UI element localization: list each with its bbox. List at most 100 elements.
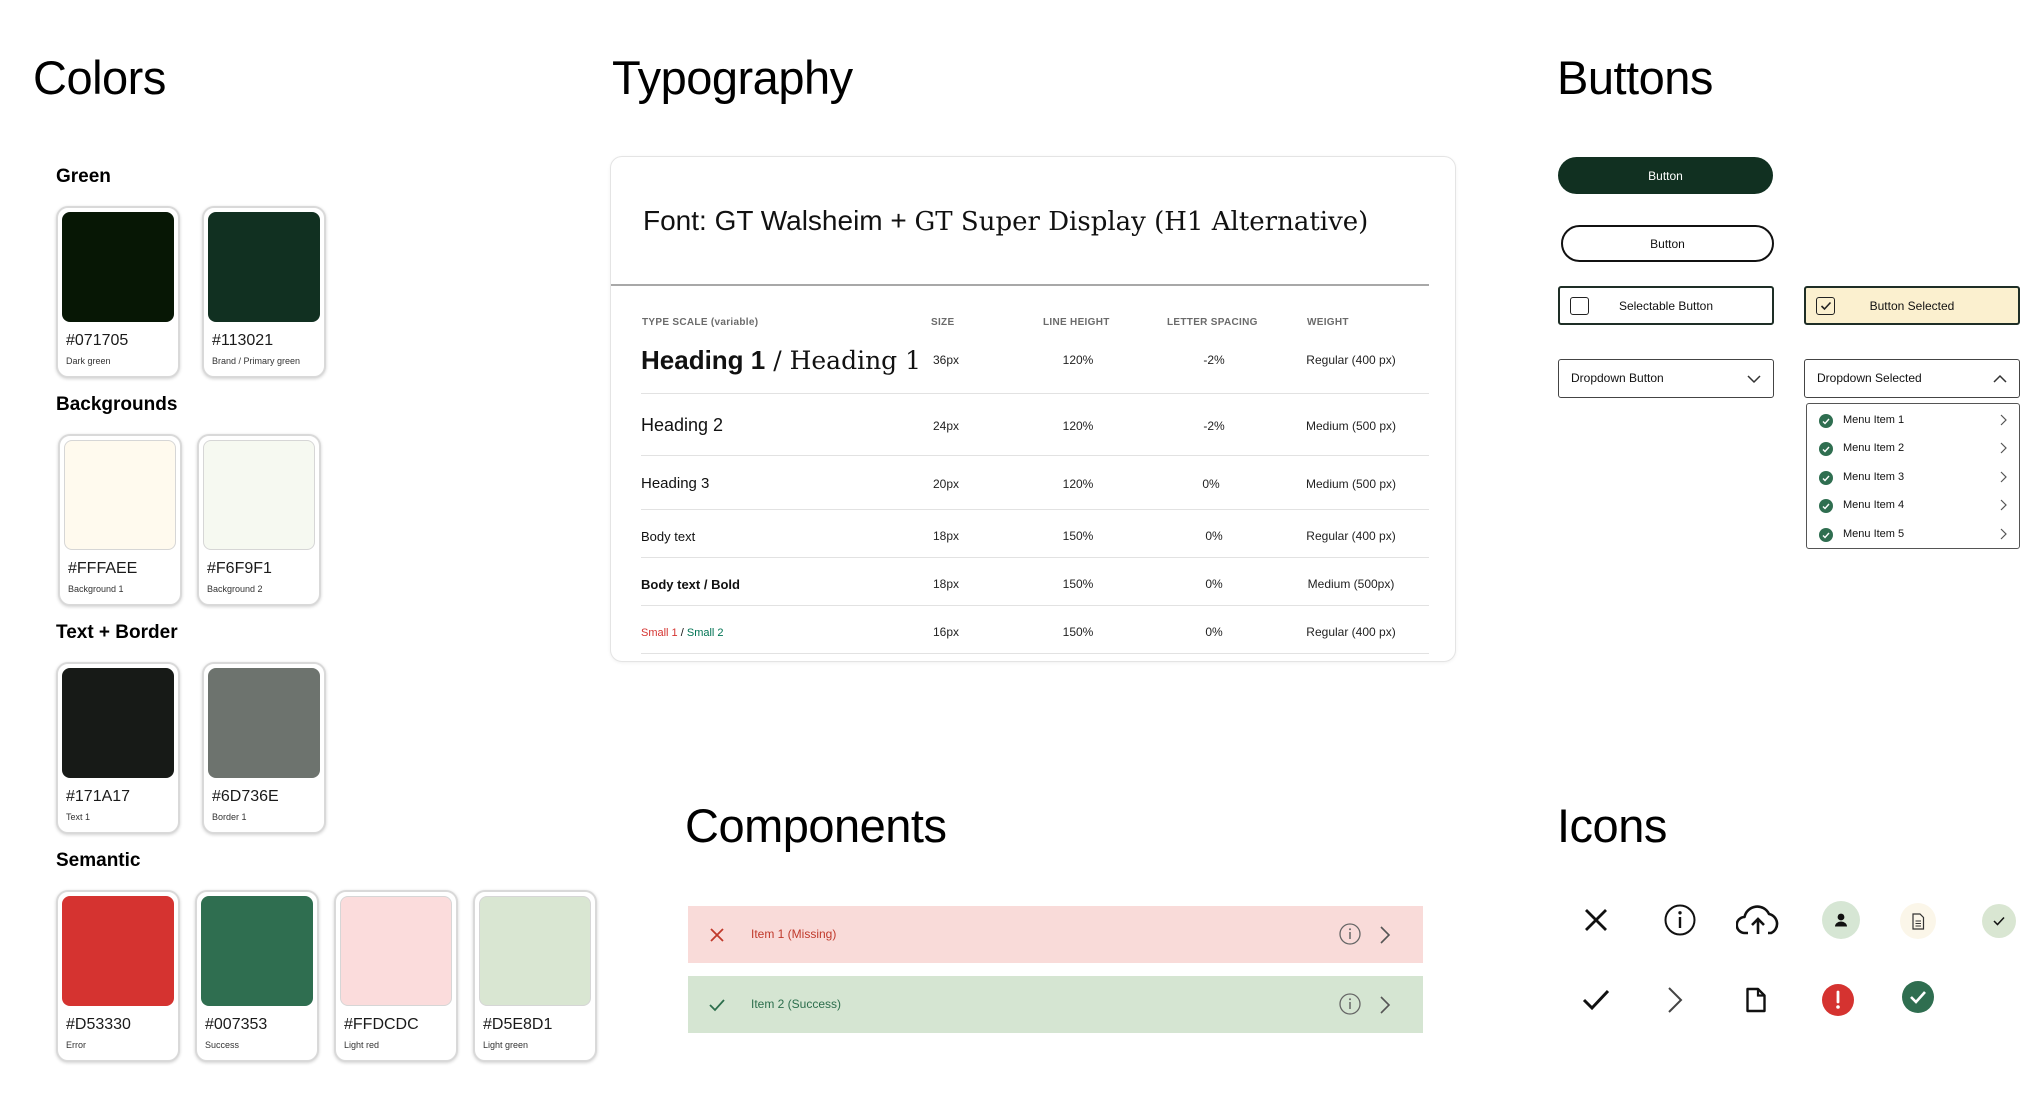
list-item-label: Item 1 (Missing) [751, 927, 837, 941]
menu-item[interactable]: Menu Item 3 [1807, 464, 2019, 492]
column-header-letter-spacing: LETTER SPACING [1167, 317, 1258, 328]
type-weight: Regular (400 px) [1306, 529, 1396, 543]
swatch-card: #171A17 Text 1 [56, 662, 180, 834]
swatch-color [64, 440, 176, 550]
dropdown-menu: Menu Item 1 Menu Item 2 Menu Item 3 Menu… [1806, 403, 2020, 549]
font-sans-label: Font: GT Walsheim + [643, 205, 915, 236]
swatch-hex: #D53330 [66, 1016, 131, 1033]
menu-item-label: Menu Item 2 [1843, 442, 1905, 454]
type-row-name: Body text / Bold [641, 577, 740, 592]
swatch-name: Background 2 [207, 584, 263, 594]
swatch-color [479, 896, 591, 1006]
type-row-name: Heading 2 [641, 415, 724, 435]
chevron-right-icon[interactable] [1378, 994, 1392, 1016]
column-header-size: SIZE [931, 317, 955, 328]
type-letter-spacing: 0% [1205, 625, 1223, 639]
chevron-down-icon [1747, 375, 1761, 384]
swatch-card: #113021 Brand / Primary green [202, 206, 326, 378]
chevron-right-icon [2000, 414, 2007, 426]
list-item-missing[interactable]: Item 1 (Missing) [688, 906, 1423, 963]
close-icon [710, 928, 724, 942]
chevron-right-icon [2000, 471, 2007, 483]
list-item-success[interactable]: Item 2 (Success) [688, 976, 1423, 1033]
check-circle-icon [1819, 499, 1833, 513]
swatch-card: #FFDCDC Light red [334, 890, 458, 1062]
section-title-icons: Icons [1557, 799, 1667, 852]
swatch-name: Text 1 [66, 812, 91, 822]
check-circle-icon [1819, 414, 1833, 428]
selectable-button[interactable]: Selectable Button [1558, 286, 1774, 325]
button-selected-label: Button Selected [1869, 299, 1955, 313]
dropdown-selected[interactable]: Dropdown Selected [1804, 359, 2020, 398]
menu-item[interactable]: Menu Item 4 [1807, 492, 2019, 520]
small-separator: / [677, 627, 687, 639]
type-row-name: Heading 3 [641, 475, 710, 492]
type-size: 20px [932, 477, 960, 491]
swatch-card: #D53330 Error [56, 890, 180, 1062]
type-size: 36px [932, 353, 960, 367]
swatch-color [201, 896, 313, 1006]
selectable-button-label: Selectable Button [1618, 299, 1714, 313]
button-selected[interactable]: Button Selected [1804, 286, 2020, 325]
section-title-components: Components [685, 799, 947, 852]
swatch-color [208, 668, 320, 778]
swatch-hex: #F6F9F1 [207, 560, 272, 577]
type-line-height: 150% [1062, 625, 1094, 639]
group-title-backgrounds: Backgrounds [56, 394, 178, 415]
type-line-height: 150% [1062, 577, 1094, 591]
type-letter-spacing: -2% [1203, 419, 1225, 433]
row-divider [641, 605, 1429, 606]
type-row-name: Heading 1 / Heading 1 [641, 345, 921, 376]
swatch-name: Border 1 [212, 812, 247, 822]
swatch-color [62, 668, 174, 778]
small-2-sample: Small 2 [686, 627, 724, 639]
swatch-hex: #171A17 [66, 788, 131, 805]
swatch-name: Dark green [66, 356, 111, 366]
section-title-colors: Colors [33, 51, 166, 104]
type-letter-spacing: 0% [1205, 529, 1223, 543]
type-weight: Medium (500 px) [1305, 419, 1397, 433]
chevron-right-icon [1663, 983, 1687, 1017]
dropdown-button-label: Dropdown Button [1571, 371, 1664, 385]
check-circle-icon [1819, 471, 1833, 485]
heading-1-sans-sample: Heading 1 [641, 345, 766, 375]
close-icon [1580, 904, 1612, 936]
type-size: 18px [932, 529, 960, 543]
swatch-card: #FFFAEE Background 1 [58, 434, 182, 606]
swatch-hex: #6D736E [212, 788, 279, 805]
typography-panel: Font: GT Walsheim + GT Super Display (H1… [610, 156, 1456, 662]
type-line-height: 120% [1062, 353, 1094, 367]
row-divider [641, 455, 1429, 456]
swatch-card: #6D736E Border 1 [202, 662, 326, 834]
chevron-right-icon[interactable] [1378, 924, 1392, 946]
check-badge-icon [1982, 904, 2016, 938]
swatch-hex: #D5E8D1 [483, 1016, 553, 1033]
type-size: 18px [932, 577, 960, 591]
group-title-text-border: Text + Border [56, 622, 178, 643]
row-divider [641, 557, 1429, 558]
menu-item[interactable]: Menu Item 1 [1807, 407, 2019, 435]
type-line-height: 150% [1062, 529, 1094, 543]
group-title-green: Green [56, 166, 111, 187]
swatch-card: #007353 Success [195, 890, 319, 1062]
swatch-name: Error [66, 1040, 86, 1050]
list-item-label: Item 2 (Success) [751, 997, 842, 1011]
menu-item[interactable]: Menu Item 2 [1807, 435, 2019, 463]
swatch-card: #F6F9F1 Background 2 [197, 434, 321, 606]
info-icon[interactable] [1338, 992, 1362, 1016]
type-row-name: Body text [641, 529, 696, 544]
heading-1-separator: / [765, 346, 790, 375]
success-check-icon [1902, 981, 1934, 1013]
section-title-buttons: Buttons [1557, 51, 1713, 104]
chevron-right-icon [2000, 499, 2007, 511]
type-letter-spacing: -2% [1203, 353, 1225, 367]
primary-button[interactable]: Button [1558, 157, 1773, 194]
secondary-button[interactable]: Button [1561, 225, 1774, 262]
dropdown-button[interactable]: Dropdown Button [1558, 359, 1774, 398]
menu-item[interactable]: Menu Item 5 [1807, 521, 2019, 549]
dropdown-selected-label: Dropdown Selected [1817, 371, 1922, 385]
section-title-typography: Typography [612, 51, 853, 104]
chevron-right-icon [2000, 528, 2007, 540]
info-icon[interactable] [1338, 922, 1362, 946]
menu-item-label: Menu Item 3 [1843, 471, 1905, 483]
